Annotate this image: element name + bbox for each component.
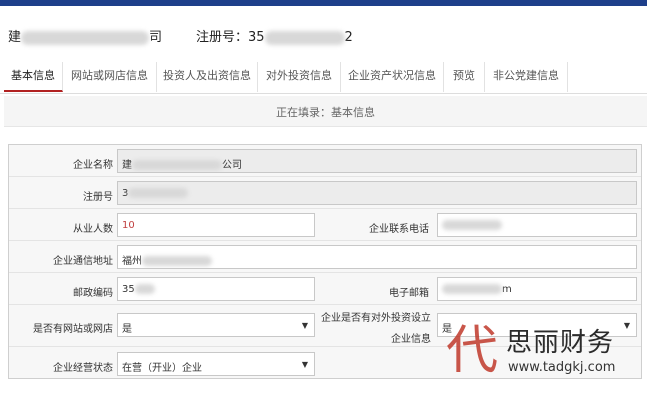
redacted-blur (132, 160, 222, 170)
has-website-select[interactable]: 是 ▼ (117, 313, 315, 337)
external-invest-label-line2: 企业信息 (391, 334, 431, 345)
address-value: 福州 (122, 256, 142, 267)
company-title-suffix: 司 (149, 30, 163, 45)
postcode-label: 邮政编码 (73, 288, 113, 299)
company-name-prefix: 建 (122, 160, 132, 171)
redacted-blur (442, 220, 502, 230)
tab-preview[interactable]: 预览 (444, 62, 485, 92)
brand-mark-icon: 代 (446, 321, 499, 381)
company-name-suffix: 公司 (222, 160, 242, 171)
tab-asset-status[interactable]: 企业资产状况信息 (341, 62, 444, 92)
address-label: 企业通信地址 (53, 256, 113, 267)
company-name-field[interactable]: 建 公司 (117, 149, 637, 173)
status-bar: 正在填录：基本信息 (4, 96, 647, 127)
employees-value: 10 (122, 220, 135, 231)
tab-party-building[interactable]: 非公党建信息 (485, 62, 568, 92)
email-field[interactable]: m (437, 277, 637, 301)
op-status-value: 在营（开业）企业 (122, 363, 202, 374)
tab-basic-info[interactable]: 基本信息 (4, 62, 63, 92)
has-website-value: 是 (122, 324, 132, 335)
row-divider (9, 240, 641, 241)
row-divider (9, 208, 641, 209)
phone-field[interactable] (437, 213, 637, 237)
tab-investor-info[interactable]: 投资人及出资信息 (157, 62, 258, 92)
redacted-blur (134, 284, 155, 294)
tab-bar: 基本信息 网站或网店信息 投资人及出资信息 对外投资信息 企业资产状况信息 预览… (0, 62, 647, 94)
brand-url: www.tadgkj.com (508, 360, 616, 375)
postcode-value: 35 (122, 284, 135, 295)
redacted-blur (142, 256, 212, 266)
regno-label: 注册号：35 (196, 30, 265, 45)
caret-down-icon: ▼ (301, 360, 308, 369)
external-invest-label: 企业是否有对外投资设立 企业信息 (319, 309, 431, 345)
redacted-blur (128, 188, 189, 198)
external-invest-label-line1: 企业是否有对外投资设立 (321, 313, 431, 324)
employees-label: 从业人数 (73, 224, 113, 235)
email-label: 电子邮箱 (389, 288, 429, 299)
employees-field[interactable]: 10 (117, 213, 315, 237)
status-text: 正在填录：基本信息 (276, 106, 375, 119)
row-divider (9, 272, 641, 273)
regno-suffix: 2 (344, 30, 353, 45)
row-divider (9, 176, 641, 177)
watermark-logo: 代 思丽财务 www.tadgkj.com (446, 318, 646, 388)
phone-label: 企业联系电话 (369, 224, 429, 235)
op-status-label: 企业经营状态 (53, 363, 113, 374)
redacted-blur (442, 284, 502, 294)
has-website-label: 是否有网站或网店 (33, 324, 113, 335)
company-title: 建司 (8, 26, 162, 45)
postcode-field[interactable]: 35 (117, 277, 315, 301)
regno-field[interactable]: 3 (117, 181, 637, 205)
caret-down-icon: ▼ (301, 321, 308, 330)
email-suffix: m (502, 284, 512, 295)
row-divider (9, 304, 641, 305)
redacted-blur (264, 30, 345, 45)
tab-external-investment[interactable]: 对外投资信息 (258, 62, 341, 92)
company-name-label: 企业名称 (73, 160, 113, 171)
tab-website-info[interactable]: 网站或网店信息 (63, 62, 157, 92)
page-header: 建司 注册号：35 2 (0, 6, 647, 62)
address-field[interactable]: 福州 (117, 245, 637, 269)
registration-number: 注册号：35 2 (196, 26, 353, 45)
op-status-select[interactable]: 在营（开业）企业 ▼ (117, 352, 315, 376)
company-title-prefix: 建 (8, 30, 22, 45)
brand-name: 思丽财务 (506, 328, 615, 358)
regno-field-label: 注册号 (83, 192, 113, 203)
redacted-blur (21, 30, 150, 45)
